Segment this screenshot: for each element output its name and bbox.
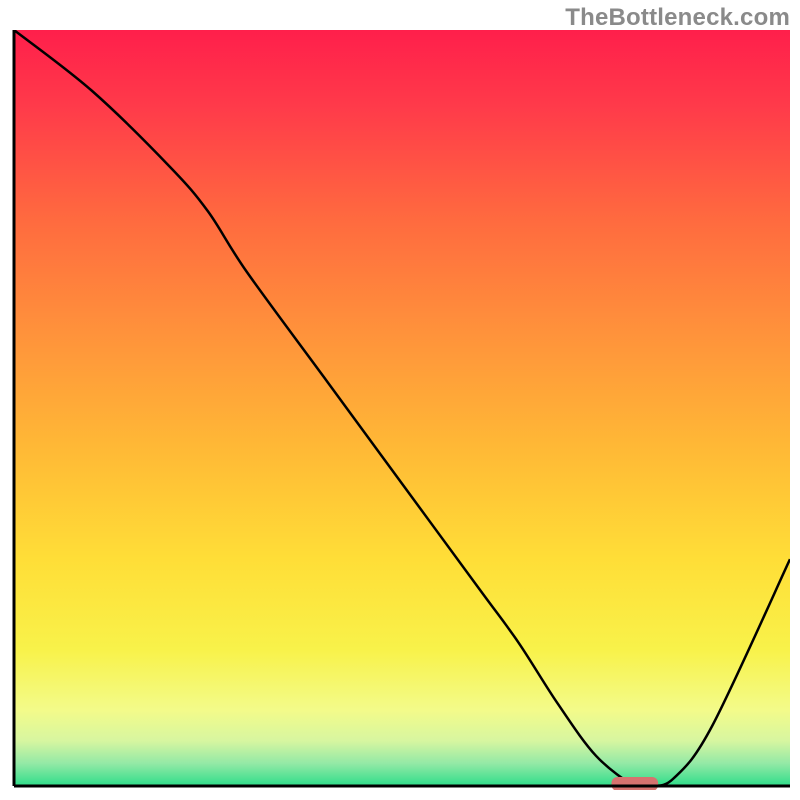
chart-container: TheBottleneck.com bbox=[0, 0, 800, 800]
optimum-marker bbox=[612, 777, 659, 790]
plot-background bbox=[14, 30, 790, 786]
bottleneck-chart bbox=[10, 30, 790, 790]
watermark-text: TheBottleneck.com bbox=[565, 4, 790, 32]
